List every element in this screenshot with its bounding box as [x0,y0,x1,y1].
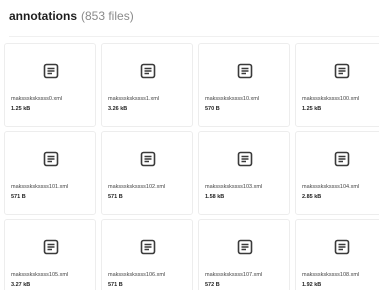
file-name: makssskskssss1.xml [108,96,160,102]
file-name: makssskskssss105.xml [11,272,69,278]
file-browser: annotations (853 files) makssskskssss0.xm… [0,0,379,290]
file-size: 1.25 kB [302,106,322,112]
file-size: 571 B [108,282,123,288]
file-card[interactable]: makssskskssss108.xml 1.92 kB [295,219,379,290]
folder-title: annotations [9,9,77,23]
file-size: 570 B [205,106,220,112]
file-card[interactable]: makssskskssss100.xml 1.25 kB [295,43,379,127]
file-name: makssskskssss0.xml [11,96,63,102]
document-icon [237,151,253,167]
document-icon [237,63,253,79]
header-divider [9,36,379,37]
document-icon [43,151,59,167]
file-card[interactable]: makssskskssss106.xml 571 B [101,219,193,290]
file-size: 1.58 kB [205,194,225,200]
file-name: makssskskssss106.xml [108,272,166,278]
folder-header: annotations (853 files) [9,8,134,24]
document-icon [43,239,59,255]
file-name: makssskskssss101.xml [11,184,69,190]
file-name: makssskskssss104.xml [302,184,360,190]
document-icon [334,239,350,255]
file-size: 1.25 kB [11,106,31,112]
file-size: 3.27 kB [11,282,31,288]
file-card[interactable]: makssskskssss1.xml 3.26 kB [101,43,193,127]
file-name: makssskskssss107.xml [205,272,263,278]
file-name: makssskskssss102.xml [108,184,166,190]
document-icon [334,63,350,79]
file-card[interactable]: makssskskssss0.xml 1.25 kB [4,43,96,127]
file-grid: makssskskssss0.xml 1.25 kB makssskskssss1.… [4,43,379,290]
file-count: (853 files) [81,9,134,23]
file-card[interactable]: makssskskssss103.xml 1.58 kB [198,131,290,215]
file-name: makssskskssss100.xml [302,96,360,102]
file-size: 3.26 kB [108,106,128,112]
file-size: 2.85 kB [302,194,322,200]
file-size: 1.92 kB [302,282,322,288]
file-card[interactable]: makssskskssss105.xml 3.27 kB [4,219,96,290]
file-size: 571 B [11,194,26,200]
file-card[interactable]: makssskskssss10.xml 570 B [198,43,290,127]
document-icon [140,151,156,167]
document-icon [43,63,59,79]
file-card[interactable]: makssskskssss107.xml 572 B [198,219,290,290]
file-card[interactable]: makssskskssss104.xml 2.85 kB [295,131,379,215]
document-icon [140,239,156,255]
file-card[interactable]: makssskskssss101.xml 571 B [4,131,96,215]
file-size: 572 B [205,282,220,288]
document-icon [334,151,350,167]
file-size: 571 B [108,194,123,200]
file-name: makssskskssss10.xml [205,96,260,102]
file-name: makssskskssss108.xml [302,272,360,278]
document-icon [237,239,253,255]
file-name: makssskskssss103.xml [205,184,263,190]
document-icon [140,63,156,79]
file-card[interactable]: makssskskssss102.xml 571 B [101,131,193,215]
